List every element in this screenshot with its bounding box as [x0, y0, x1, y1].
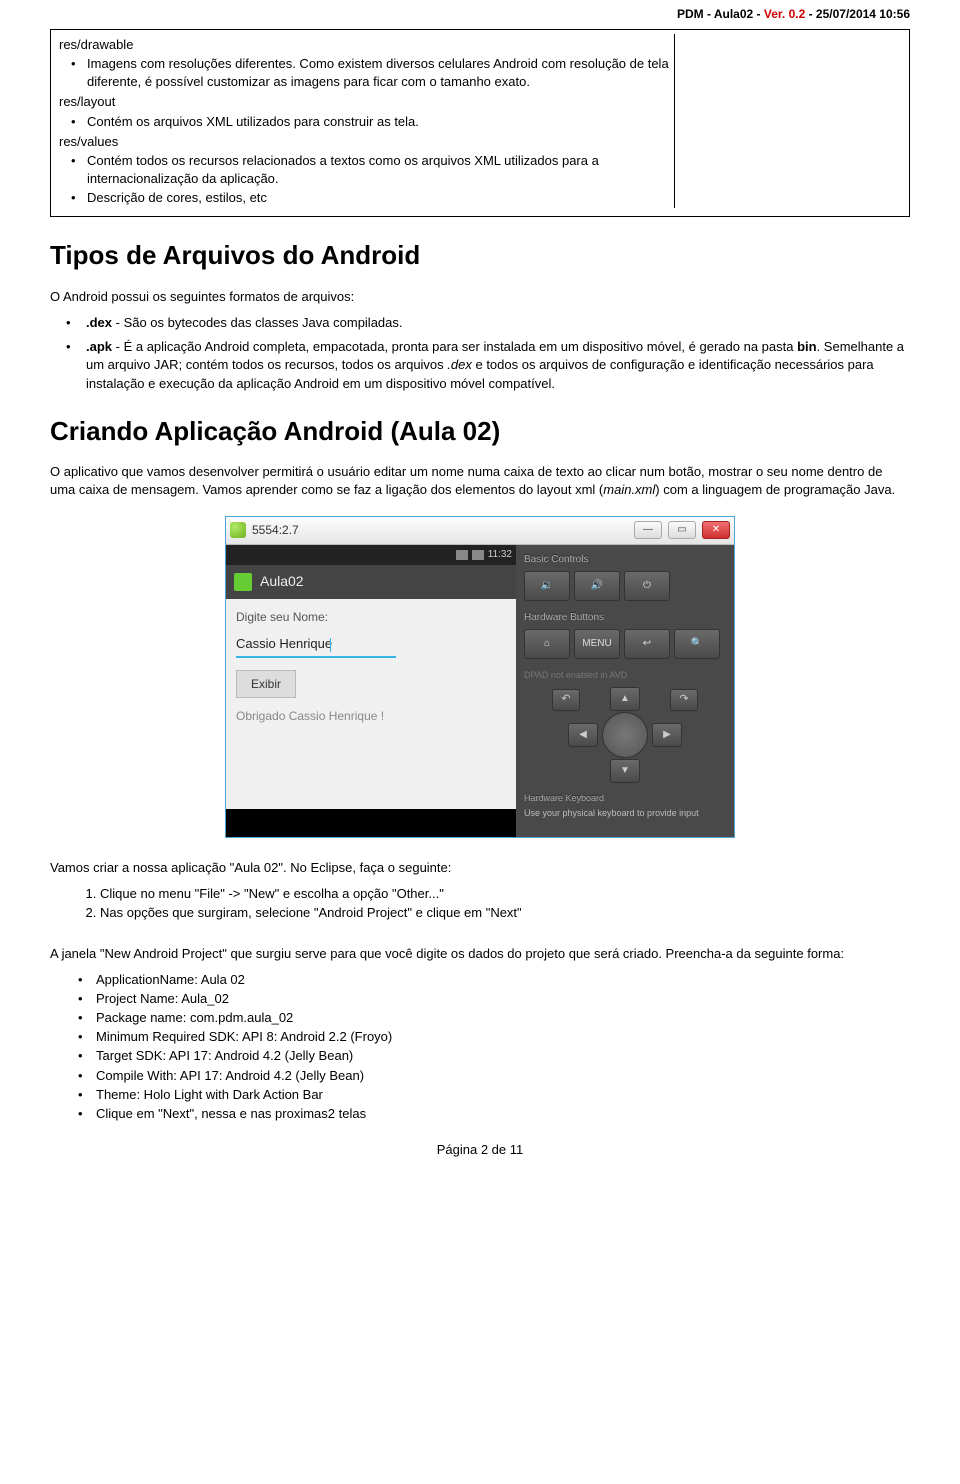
- form-theme: Theme: Holo Light with Dark Action Bar: [96, 1086, 910, 1104]
- apk-t1: - É a aplicação Android completa, empaco…: [112, 339, 797, 354]
- header-suffix: - 25/07/2014 10:56: [805, 7, 910, 21]
- minimize-button[interactable]: —: [634, 521, 662, 539]
- emulator-titlebar: 5554:2.7 — ▭ ✕: [226, 517, 734, 545]
- dpad: ↶ ↷ ▲ ▼ ◀ ▶: [550, 687, 700, 783]
- dpad-note: DPAD not enabled in AVD: [524, 669, 726, 682]
- res-values-title: res/values: [59, 133, 674, 151]
- form-project-name: Project Name: Aula_02: [96, 990, 910, 1008]
- action-bar: Aula02: [226, 565, 516, 599]
- heading-criando-app: Criando Aplicação Android (Aula 02): [50, 413, 910, 449]
- status-time: 11:32: [488, 548, 512, 562]
- status-bar: 11:32: [226, 545, 516, 565]
- form-package-name: Package name: com.pdm.aula_02: [96, 1009, 910, 1027]
- maximize-button[interactable]: ▭: [668, 521, 696, 539]
- rotate-ccw-button[interactable]: ↶: [552, 689, 580, 711]
- dex-bold: .dex: [86, 315, 112, 330]
- android-icon: [230, 522, 246, 538]
- dpad-down-button[interactable]: ▼: [610, 759, 640, 783]
- header-version: Ver. 0.2: [764, 7, 805, 21]
- res-drawable-desc: Imagens com resoluções diferentes. Como …: [87, 55, 674, 91]
- exibir-button[interactable]: Exibir: [236, 670, 296, 699]
- name-label: Digite seu Nome:: [236, 609, 506, 626]
- name-input[interactable]: Cassio Henrique: [236, 633, 396, 657]
- res-layout-title: res/layout: [59, 93, 674, 111]
- home-button[interactable]: ⌂: [524, 629, 570, 659]
- form-app-name: ApplicationName: Aula 02: [96, 971, 910, 989]
- emulator-window: 5554:2.7 — ▭ ✕ 11:32 Aula02 Digite seu N…: [225, 516, 735, 838]
- resources-cell-empty: [674, 34, 901, 209]
- paragraph-app-desc: O aplicativo que vamos desenvolver permi…: [50, 463, 910, 499]
- paragraph-criar-app: Vamos criar a nossa aplicação "Aula 02".…: [50, 859, 910, 877]
- step-2: Nas opções que surgiram, selecione "Andr…: [100, 904, 910, 922]
- header-prefix: PDM - Aula02 -: [677, 7, 764, 21]
- signal-icon: [456, 550, 468, 560]
- dpad-center-button[interactable]: [602, 712, 648, 758]
- phone-screen: 11:32 Aula02 Digite seu Nome: Cassio Hen…: [226, 545, 516, 837]
- paragraph-project-form: A janela "New Android Project" que surgi…: [50, 945, 910, 963]
- emulator-controls: Basic Controls 🔉 🔊 ⏻ Hardware Buttons ⌂ …: [516, 545, 734, 837]
- basic-controls-header: Basic Controls: [524, 553, 726, 567]
- close-button[interactable]: ✕: [702, 521, 730, 539]
- form-compile-with: Compile With: API 17: Android 4.2 (Jelly…: [96, 1067, 910, 1085]
- dex-text: - São os bytecodes das classes Java comp…: [112, 315, 402, 330]
- page-footer: Página 2 de 11: [50, 1141, 910, 1159]
- battery-icon: [472, 550, 484, 560]
- app-desc-i: main.xml: [603, 482, 655, 497]
- result-message: Obrigado Cassio Henrique !: [236, 708, 506, 725]
- volume-down-button[interactable]: 🔉: [524, 571, 570, 601]
- text-cursor: [330, 638, 331, 652]
- power-button[interactable]: ⏻: [624, 571, 670, 601]
- apk-bin: bin: [797, 339, 817, 354]
- dpad-left-button[interactable]: ◀: [568, 723, 598, 747]
- emulator-title: 5554:2.7: [252, 522, 628, 539]
- res-drawable-title: res/drawable: [59, 36, 674, 54]
- heading-tipos-arquivos: Tipos de Arquivos do Android: [50, 237, 910, 273]
- hw-buttons-header: Hardware Buttons: [524, 611, 726, 625]
- page-header: PDM - Aula02 - Ver. 0.2 - 25/07/2014 10:…: [50, 0, 910, 29]
- hw-keyboard-header: Hardware Keyboard: [524, 793, 726, 804]
- paragraph-formatos: O Android possui os seguintes formatos d…: [50, 288, 910, 306]
- volume-up-button[interactable]: 🔊: [574, 571, 620, 601]
- app-launcher-icon: [234, 573, 252, 591]
- resources-cell: res/drawable Imagens com resoluções dife…: [59, 34, 674, 209]
- list-item-apk: .apk - É a aplicação Android completa, e…: [86, 338, 910, 393]
- app-name: Aula02: [260, 572, 304, 592]
- apk-italic: .dex: [447, 357, 472, 372]
- back-button[interactable]: ↩: [624, 629, 670, 659]
- form-min-sdk: Minimum Required SDK: API 8: Android 2.2…: [96, 1028, 910, 1046]
- dpad-up-button[interactable]: ▲: [610, 687, 640, 711]
- app-content: Digite seu Nome: Cassio Henrique Exibir …: [226, 599, 516, 809]
- dpad-right-button[interactable]: ▶: [652, 723, 682, 747]
- rotate-cw-button[interactable]: ↷: [670, 689, 698, 711]
- hw-keyboard-text: Use your physical keyboard to provide in…: [524, 808, 726, 819]
- form-target-sdk: Target SDK: API 17: Android 4.2 (Jelly B…: [96, 1047, 910, 1065]
- res-values-desc2: Descrição de cores, estilos, etc: [87, 189, 674, 207]
- res-values-desc1: Contém todos os recursos relacionados a …: [87, 152, 674, 188]
- res-layout-desc: Contém os arquivos XML utilizados para c…: [87, 113, 674, 131]
- step-1: Clique no menu "File" -> "New" e escolha…: [100, 885, 910, 903]
- app-desc-b: ) com a linguagem de programação Java.: [655, 482, 895, 497]
- apk-bold: .apk: [86, 339, 112, 354]
- search-button[interactable]: 🔍: [674, 629, 720, 659]
- menu-button[interactable]: MENU: [574, 629, 620, 659]
- resources-table: res/drawable Imagens com resoluções dife…: [50, 29, 910, 218]
- list-item-dex: .dex - São os bytecodes das classes Java…: [86, 314, 910, 332]
- form-next: Clique em "Next", nessa e nas proximas2 …: [96, 1105, 910, 1123]
